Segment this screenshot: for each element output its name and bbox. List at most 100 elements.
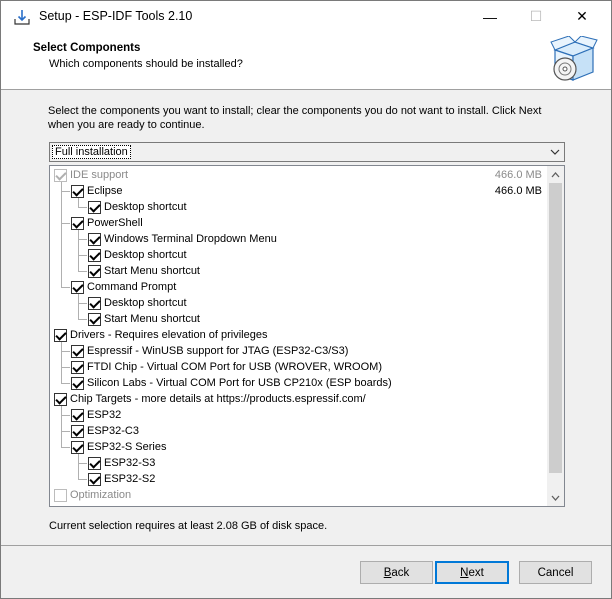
component-checkbox[interactable] xyxy=(88,201,101,214)
component-row[interactable]: ESP32-S Series xyxy=(50,406,546,455)
component-row[interactable]: Chip Targets - more details at https://p… xyxy=(50,391,546,407)
tree-connector xyxy=(78,294,79,319)
minimize-button[interactable]: — xyxy=(467,1,513,32)
tree-connector xyxy=(61,383,70,384)
component-label: Silicon Labs - Virtual COM Port for USB … xyxy=(87,377,392,389)
component-row[interactable]: Drivers - Requires elevation of privileg… xyxy=(50,327,546,343)
page-title: Select Components xyxy=(33,42,141,54)
tree-connector xyxy=(78,198,79,207)
component-label: Windows Terminal Dropdown Menu xyxy=(104,233,277,245)
component-checkbox[interactable] xyxy=(88,457,101,470)
component-label: ESP32 xyxy=(87,409,122,421)
component-size: 466.0 MB xyxy=(494,169,542,181)
component-row[interactable]: Optimization xyxy=(50,487,546,503)
component-row[interactable]: IDE support 466.0 MB xyxy=(50,167,546,183)
component-checkbox[interactable] xyxy=(71,185,84,198)
tree-connector xyxy=(78,239,87,240)
component-checkbox[interactable] xyxy=(88,297,101,310)
component-checkbox[interactable] xyxy=(88,473,101,486)
tree-connector xyxy=(78,319,87,320)
software-box-icon xyxy=(550,36,598,81)
next-button[interactable]: Next xyxy=(435,561,509,584)
component-row[interactable]: ESP32-C3 xyxy=(50,406,546,439)
tree-connector xyxy=(78,479,87,480)
tree-connector xyxy=(78,271,87,272)
component-row[interactable]: Espressif - WinUSB support for JTAG (ESP… xyxy=(50,342,546,359)
window-title: Setup - ESP-IDF Tools 2.10 xyxy=(39,9,193,23)
component-checkbox[interactable] xyxy=(71,345,84,358)
cancel-button[interactable]: Cancel xyxy=(519,561,592,584)
tree-connector xyxy=(78,207,87,208)
install-type-dropdown[interactable]: Full installation xyxy=(49,142,565,162)
component-checkbox[interactable] xyxy=(54,393,67,406)
scroll-up-arrow-icon[interactable] xyxy=(547,166,564,183)
component-row[interactable]: PowerShell xyxy=(50,182,546,231)
component-label: Eclipse xyxy=(87,185,123,197)
component-row[interactable]: Start Menu shortcut xyxy=(50,294,546,327)
tree-connector xyxy=(61,191,70,192)
component-checkbox[interactable] xyxy=(71,441,84,454)
component-checkbox[interactable] xyxy=(88,233,101,246)
component-row[interactable]: Desktop shortcut xyxy=(50,198,546,215)
maximize-button[interactable]: ☐ xyxy=(513,1,559,32)
component-checkbox xyxy=(54,489,67,502)
tree-connector xyxy=(78,230,79,271)
component-checkbox[interactable] xyxy=(71,377,84,390)
setup-app-icon xyxy=(14,10,30,25)
component-label: ESP32-S3 xyxy=(104,457,156,469)
tree-connector xyxy=(61,342,62,383)
component-row[interactable]: Eclipse 466.0 MB xyxy=(50,182,546,199)
component-row[interactable]: FTDI Chip - Virtual COM Port for USB (WR… xyxy=(50,342,546,375)
component-row[interactable]: Desktop shortcut xyxy=(50,230,546,263)
tree-connector xyxy=(61,447,70,448)
component-label: IDE support xyxy=(70,169,129,181)
component-checkbox[interactable] xyxy=(71,409,84,422)
page-subtitle: Which components should be installed? xyxy=(49,58,243,70)
tree-connector xyxy=(61,415,70,416)
scroll-down-arrow-icon[interactable] xyxy=(547,489,564,506)
back-button[interactable]: Back xyxy=(360,561,433,584)
tree-connector xyxy=(61,431,70,432)
chevron-down-icon[interactable] xyxy=(546,143,564,161)
tree-connector xyxy=(61,287,70,288)
tree-connector xyxy=(61,351,70,352)
vertical-scrollbar[interactable] xyxy=(547,166,564,506)
component-row[interactable]: ESP32 xyxy=(50,406,546,423)
component-checkbox[interactable] xyxy=(54,329,67,342)
component-checkbox[interactable] xyxy=(71,425,84,438)
title-bar[interactable]: Setup - ESP-IDF Tools 2.10 — ☐ ✕ xyxy=(1,1,611,32)
component-checkbox[interactable] xyxy=(88,249,101,262)
component-checkbox[interactable] xyxy=(88,313,101,326)
component-row[interactable]: Windows Terminal Dropdown Menu xyxy=(50,230,546,247)
component-label: Command Prompt xyxy=(87,281,177,293)
component-checkbox[interactable] xyxy=(71,361,84,374)
back-button-label: ack xyxy=(391,566,410,579)
tree-connector xyxy=(61,367,70,368)
component-row[interactable]: Desktop shortcut xyxy=(50,294,546,311)
component-checkbox[interactable] xyxy=(71,281,84,294)
component-row[interactable]: Silicon Labs - Virtual COM Port for USB … xyxy=(50,342,546,391)
component-checkbox[interactable] xyxy=(88,265,101,278)
component-label: Drivers - Requires elevation of privileg… xyxy=(70,329,268,341)
component-row[interactable]: Command Prompt xyxy=(50,182,546,295)
component-label: Desktop shortcut xyxy=(104,249,187,261)
components-tree[interactable]: IDE support 466.0 MB Eclipse 466.0 MB Deskto… xyxy=(49,165,565,507)
component-label: Start Menu shortcut xyxy=(104,313,200,325)
component-row[interactable]: Start Menu shortcut xyxy=(50,230,546,279)
component-checkbox[interactable] xyxy=(71,217,84,230)
instruction-text: Select the components you want to instal… xyxy=(48,105,542,131)
tree-connector xyxy=(61,223,70,224)
close-button[interactable]: ✕ xyxy=(559,1,605,32)
component-label: Chip Targets - more details at https://p… xyxy=(70,393,366,405)
component-label: Start Menu shortcut xyxy=(104,265,200,277)
component-row[interactable]: ESP32-S3 xyxy=(50,454,546,471)
component-label: PowerShell xyxy=(87,217,143,229)
setup-window: Setup - ESP-IDF Tools 2.10 — ☐ ✕ Select … xyxy=(0,0,612,599)
next-button-label: ext xyxy=(468,566,484,579)
scrollbar-thumb[interactable] xyxy=(549,183,562,473)
tree-connector xyxy=(61,182,62,287)
component-checkbox xyxy=(54,169,67,182)
component-label: Desktop shortcut xyxy=(104,201,187,213)
component-label: Desktop shortcut xyxy=(104,297,187,309)
component-row[interactable]: ESP32-S2 xyxy=(50,454,546,487)
